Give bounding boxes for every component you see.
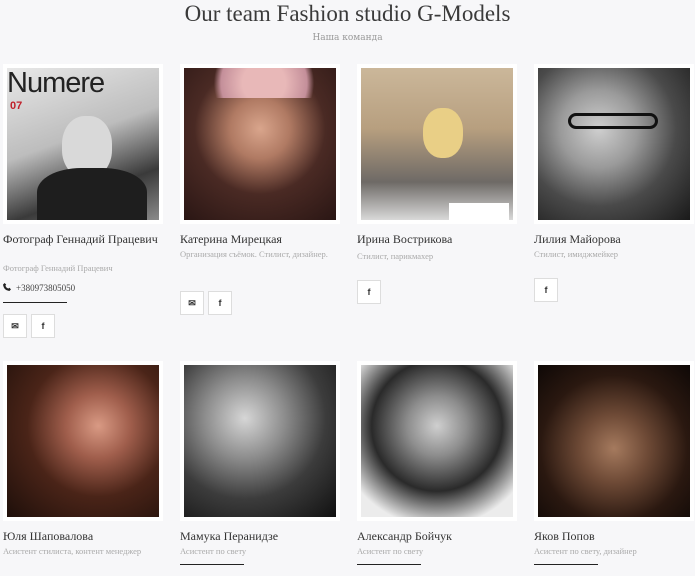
social-links: ✉ f — [3, 314, 55, 338]
member-name: Фотограф Геннадий Працевич — [3, 232, 158, 246]
divider — [357, 564, 421, 565]
member-name: Ирина Вострикова — [357, 232, 453, 246]
member-name: Лилия Майорова — [534, 232, 621, 246]
team-photo[interactable]: Numere 07 — [3, 64, 163, 224]
facebook-button[interactable]: f — [357, 280, 381, 304]
member-role: Асистент по свету, дизайнер — [534, 546, 637, 556]
member-name: Мамука Перанидзе — [180, 529, 279, 543]
divider — [3, 302, 67, 303]
member-role: Фотограф Геннадий Працевич — [3, 263, 113, 273]
phone-text: +380973805050 — [16, 283, 76, 293]
phone-icon — [3, 283, 11, 293]
member-role: Стилист, парикмахер — [357, 251, 434, 261]
member-name: Александр Бойчук — [357, 529, 453, 543]
facebook-button[interactable]: f — [208, 291, 232, 315]
team-photo[interactable] — [534, 64, 694, 224]
facebook-icon: f — [41, 321, 45, 331]
facebook-button[interactable]: f — [31, 314, 55, 338]
photo-caption: Numere — [7, 68, 105, 99]
mail-icon: ✉ — [188, 297, 196, 308]
member-role: Стилист, имиджмейкер — [534, 249, 619, 259]
member-role: Организация съёмок. Стилист, дизайнер. — [180, 249, 328, 259]
social-links: f — [357, 280, 381, 304]
facebook-icon: f — [218, 298, 222, 308]
page-subtitle: Наша команда — [312, 33, 383, 43]
team-photo[interactable] — [357, 361, 517, 521]
member-role: Асистент по свету — [180, 546, 247, 556]
member-role: Асистент стилиста, контент менеджер — [3, 546, 142, 556]
divider — [534, 564, 598, 565]
team-photo[interactable] — [180, 361, 340, 521]
team-photo[interactable] — [180, 64, 340, 224]
team-photo[interactable] — [3, 361, 163, 521]
social-links: ✉ f — [180, 291, 232, 315]
mail-button[interactable]: ✉ — [180, 291, 204, 315]
member-name: Яков Попов — [534, 529, 595, 543]
member-name: Юля Шаповалова — [3, 529, 94, 543]
phone-number[interactable]: +380973805050 — [3, 283, 75, 293]
divider — [180, 564, 244, 565]
team-photo[interactable] — [534, 361, 694, 521]
mail-button[interactable]: ✉ — [3, 314, 27, 338]
social-links: f — [534, 278, 558, 302]
facebook-icon: f — [367, 287, 371, 297]
mail-icon: ✉ — [11, 320, 19, 331]
photo-caption-number: 07 — [10, 100, 23, 112]
team-photo[interactable] — [357, 64, 517, 224]
member-name: Катерина Мирецкая — [180, 232, 282, 246]
page-title: Our team Fashion studio G-Models — [184, 1, 511, 26]
member-role: Асистент по свету — [357, 546, 424, 556]
facebook-button[interactable]: f — [534, 278, 558, 302]
facebook-icon: f — [544, 285, 548, 295]
